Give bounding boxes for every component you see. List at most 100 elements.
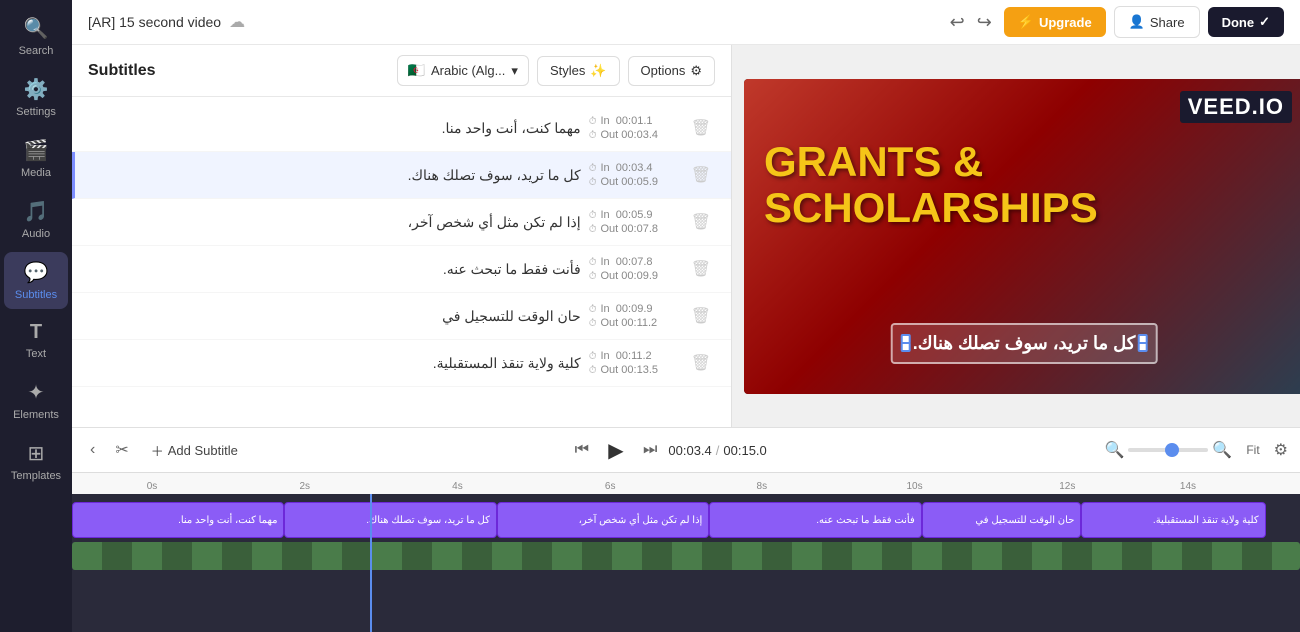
delete-subtitle-button[interactable]: 🗑 xyxy=(687,163,715,187)
sidebar-item-media[interactable]: 🎬 Media xyxy=(4,130,68,187)
subtitle-item[interactable]: إذا لم تكن مثل أي شخص آخر، ⏱ In 00:05.9 … xyxy=(72,199,731,246)
timeline-clip[interactable]: كل ما تريد، سوف تصلك هناك. xyxy=(284,502,496,538)
time-in-value: In 00:09.9 xyxy=(601,303,653,315)
upgrade-button[interactable]: ⚡ Upgrade xyxy=(1004,7,1106,37)
subtitles-icon: 💬 xyxy=(24,260,49,285)
elements-icon: ✦ xyxy=(28,380,45,405)
timeline-clip[interactable]: حان الوقت للتسجيل في xyxy=(922,502,1082,538)
content-area: Subtitles 🇩🇿 Arabic (Alg... ▾ Styles ✨ O… xyxy=(72,45,1300,427)
done-label: Done xyxy=(1222,15,1255,30)
sidebar-item-settings[interactable]: ⚙️ Settings xyxy=(4,69,68,126)
chevron-down-icon: ▾ xyxy=(511,63,518,79)
timeline-back-button[interactable]: ‹ xyxy=(84,438,101,462)
timeline-clip[interactable]: مهما كنت، أنت واحد منا. xyxy=(72,502,284,538)
flag-icon: 🇩🇿 xyxy=(408,62,425,79)
delete-subtitle-button[interactable]: 🗑 xyxy=(687,116,715,140)
video-container[interactable]: VEED.IO GRANTS & SCHOLARSHIPS كل ما تريد… xyxy=(744,79,1300,394)
veed-logo: VEED.IO xyxy=(1180,91,1292,123)
subtitle-item[interactable]: كلية ولاية تنقذ المستقبلية. ⏱ In 00:11.2… xyxy=(72,340,731,387)
skip-forward-button[interactable]: ⏭ xyxy=(640,438,660,462)
subtitle-item[interactable]: فأنت فقط ما تبحث عنه. ⏱ In 00:07.8 ⏱ Out… xyxy=(72,246,731,293)
sidebar-item-templates-label: Templates xyxy=(11,470,61,482)
sidebar-item-audio[interactable]: 🎵 Audio xyxy=(4,191,68,248)
add-subtitle-button[interactable]: ＋ Add Subtitle xyxy=(143,438,246,463)
time-out-icon: ⏱ xyxy=(589,365,597,376)
time-out-value: Out 00:09.9 xyxy=(601,270,659,282)
resize-handle-br[interactable] xyxy=(1137,342,1147,352)
sidebar: 🔍 Search ⚙️ Settings 🎬 Media 🎵 Audio 💬 S… xyxy=(0,0,72,632)
play-button[interactable]: ▶ xyxy=(600,434,632,466)
subtitle-text: حان الوقت للتسجيل في xyxy=(88,306,581,327)
sidebar-item-elements[interactable]: ✦ Elements xyxy=(4,372,68,429)
subtitle-overlay-text: كل ما تريد، سوف تصلك هناك. xyxy=(913,333,1136,353)
subtitle-item[interactable]: مهما كنت، أنت واحد منا. ⏱ In 00:01.1 ⏱ O… xyxy=(72,105,731,152)
timeline-clip[interactable]: كلية ولاية تنقذ المستقبلية. xyxy=(1081,502,1265,538)
subtitle-item[interactable]: كل ما تريد، سوف تصلك هناك. ⏱ In 00:03.4 … xyxy=(72,152,731,199)
subtitle-text: كلية ولاية تنقذ المستقبلية. xyxy=(88,353,581,374)
fit-button[interactable]: Fit xyxy=(1240,440,1265,460)
styles-button[interactable]: Styles ✨ xyxy=(537,56,620,86)
share-button[interactable]: 👤 Share xyxy=(1114,6,1200,38)
time-in-value: In 00:01.1 xyxy=(601,115,653,127)
video-subtitle-overlay[interactable]: كل ما تريد، سوف تصلك هناك. xyxy=(891,323,1158,364)
cloud-icon: ☁ xyxy=(229,12,245,32)
undo-button[interactable]: ↩ xyxy=(946,8,969,37)
timeline-clip[interactable]: إذا لم تكن مثل أي شخص آخر، xyxy=(497,502,709,538)
subtitle-text: فأنت فقط ما تبحث عنه. xyxy=(88,259,581,280)
plus-icon: ＋ xyxy=(151,441,164,460)
zoom-in-button[interactable]: 🔍 xyxy=(1212,440,1232,460)
zoom-out-button[interactable]: 🔍 xyxy=(1104,440,1124,460)
subtitle-item[interactable]: حان الوقت للتسجيل في ⏱ In 00:09.9 ⏱ Out … xyxy=(72,293,731,340)
sidebar-item-search[interactable]: 🔍 Search xyxy=(4,8,68,65)
video-track xyxy=(72,542,1300,570)
ruler-mark: 6s xyxy=(605,481,616,492)
subtitle-text: إذا لم تكن مثل أي شخص آخر، xyxy=(88,212,581,233)
time-in-value: In 00:03.4 xyxy=(601,162,653,174)
share-icon: 👤 xyxy=(1129,14,1145,30)
subtitle-text: كل ما تريد، سوف تصلك هناك. xyxy=(91,165,581,186)
delete-subtitle-button[interactable]: 🗑 xyxy=(687,257,715,281)
delete-subtitle-button[interactable]: 🗑 xyxy=(687,304,715,328)
options-button[interactable]: Options ⚙ xyxy=(628,56,715,86)
redo-button[interactable]: ↪ xyxy=(973,8,996,37)
options-label: Options xyxy=(641,63,686,78)
timeline-settings-button[interactable]: ⚙ xyxy=(1274,440,1288,460)
delete-subtitle-button[interactable]: 🗑 xyxy=(687,351,715,375)
time-in-icon: ⏱ xyxy=(589,304,597,315)
share-label: Share xyxy=(1150,15,1185,30)
timeline-ruler: 0s2s4s6s8s10s12s14s xyxy=(72,472,1300,494)
sidebar-item-templates[interactable]: ⊞ Templates xyxy=(4,433,68,490)
delete-subtitle-button[interactable]: 🗑 xyxy=(687,210,715,234)
skip-back-button[interactable]: ⏮ xyxy=(572,438,592,462)
time-display: 00:03.4 / 00:15.0 xyxy=(668,443,766,458)
done-button[interactable]: Done ✓ xyxy=(1208,7,1284,37)
sidebar-item-media-label: Media xyxy=(21,167,51,179)
time-in-value: In 00:11.2 xyxy=(601,350,652,362)
time-in-icon: ⏱ xyxy=(589,163,597,174)
video-background: VEED.IO GRANTS & SCHOLARSHIPS كل ما تريد… xyxy=(744,79,1300,394)
time-out-value: Out 00:05.9 xyxy=(601,176,659,188)
sidebar-item-text[interactable]: T Text xyxy=(4,313,68,368)
subtitle-timing: ⏱ In 00:01.1 ⏱ Out 00:03.4 xyxy=(589,115,679,141)
language-selector[interactable]: 🇩🇿 Arabic (Alg... ▾ xyxy=(397,55,529,86)
time-in-icon: ⏱ xyxy=(589,116,597,127)
audio-icon: 🎵 xyxy=(24,199,49,224)
sidebar-item-settings-label: Settings xyxy=(16,106,56,118)
lightning-icon: ⚡ xyxy=(1018,14,1034,30)
ruler-mark: 2s xyxy=(299,481,310,492)
timeline-clip[interactable]: فأنت فقط ما تبحث عنه. xyxy=(709,502,921,538)
sidebar-item-subtitles[interactable]: 💬 Subtitles xyxy=(4,252,68,309)
settings-icon: ⚙️ xyxy=(24,77,49,102)
sidebar-item-search-label: Search xyxy=(19,45,54,57)
ruler-mark: 4s xyxy=(452,481,463,492)
zoom-slider[interactable] xyxy=(1128,448,1208,452)
checkmark-icon: ✓ xyxy=(1259,14,1270,30)
resize-handle-bl[interactable] xyxy=(901,342,911,352)
subtitles-title: Subtitles xyxy=(88,62,389,80)
language-label: Arabic (Alg... xyxy=(431,63,505,78)
time-out-value: Out 00:07.8 xyxy=(601,223,659,235)
sidebar-item-text-label: Text xyxy=(26,348,46,360)
cut-button[interactable]: ✂ xyxy=(109,437,134,463)
topbar: [AR] 15 second video ☁ ↩ ↪ ⚡ Upgrade 👤 S… xyxy=(72,0,1300,45)
video-title-text: [AR] 15 second video xyxy=(88,14,221,30)
